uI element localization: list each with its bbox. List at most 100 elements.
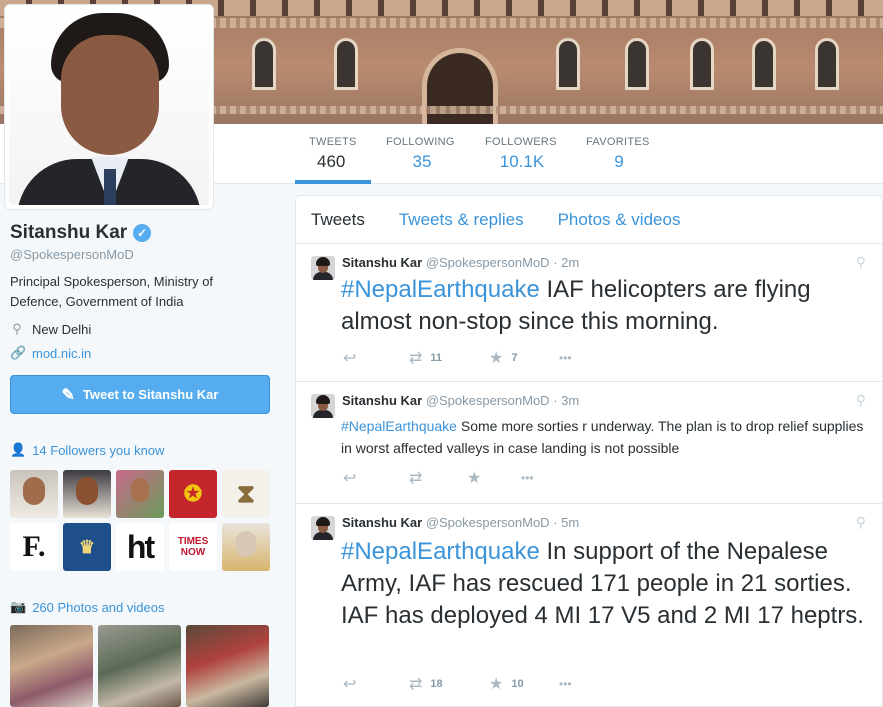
banner-window xyxy=(625,38,649,90)
tweet-item[interactable]: Sitanshu Kar @SpokespersonMoD · 3m ⚲ #Ne… xyxy=(296,382,882,504)
tweet-author-name[interactable]: Sitanshu Kar xyxy=(342,255,422,270)
verified-badge-icon[interactable]: ✓ xyxy=(133,224,152,242)
profile-name[interactable]: Sitanshu Kar xyxy=(10,222,127,244)
followers-you-know-label: 14 Followers you know xyxy=(32,442,165,458)
tweet-timestamp[interactable]: · 2m xyxy=(553,255,579,270)
tweet-hashtag[interactable]: #NepalEarthquake xyxy=(341,538,540,565)
reply-icon: ↩ xyxy=(343,676,357,693)
favorite-button[interactable]: ★ xyxy=(467,468,521,488)
tweet-timestamp[interactable]: · 3m xyxy=(553,393,579,408)
more-button[interactable]: ••• xyxy=(559,677,625,691)
tweet-avatar[interactable] xyxy=(311,256,335,280)
tweet-hashtag[interactable]: #NepalEarthquake xyxy=(341,418,457,434)
location-pin-icon[interactable]: ⚲ xyxy=(856,514,866,531)
more-button[interactable]: ••• xyxy=(559,351,625,365)
profile-handle[interactable]: @SpokespersonMoD xyxy=(10,247,134,262)
follower-avatar[interactable] xyxy=(63,470,111,518)
profile-name-row: Sitanshu Kar ✓ xyxy=(10,222,152,244)
tweet-timestamp[interactable]: · 5m xyxy=(553,515,579,530)
profile-location: ⚲ New Delhi xyxy=(10,321,91,337)
retweet-count: 18 xyxy=(430,678,443,690)
stat-favorites[interactable]: FAVORITES 9 xyxy=(586,124,652,184)
tweet-author-name[interactable]: Sitanshu Kar xyxy=(342,393,422,408)
timeline: Tweets Tweets & replies Photos & videos … xyxy=(295,195,883,707)
tab-tweets-and-replies[interactable]: Tweets & replies xyxy=(399,210,524,230)
more-icon: ••• xyxy=(521,471,534,485)
location-pin-icon[interactable]: ⚲ xyxy=(856,392,866,409)
timeline-tabs: Tweets Tweets & replies Photos & videos xyxy=(296,196,882,244)
location-pin-icon[interactable]: ⚲ xyxy=(856,254,866,271)
retweet-button[interactable]: ⇄ 18 xyxy=(409,674,489,694)
stat-following[interactable]: FOLLOWING 35 xyxy=(386,124,458,184)
tweet-hashtag[interactable]: #NepalEarthquake xyxy=(341,276,540,303)
stat-followers[interactable]: FOLLOWERS 10.1K xyxy=(485,124,559,184)
person-icon: 👤 xyxy=(10,442,27,457)
tweet-avatar[interactable] xyxy=(311,394,335,418)
star-icon: ★ xyxy=(489,350,504,367)
photo-thumbnail[interactable] xyxy=(98,625,181,707)
follower-avatar[interactable] xyxy=(116,470,164,518)
photo-thumbnail[interactable] xyxy=(10,625,93,707)
tweet-author-handle[interactable]: @SpokespersonMoD xyxy=(426,515,550,530)
retweet-button[interactable]: ⇄ xyxy=(409,468,467,488)
tweet-actions: ↩ ⇄ 18 ★ 10 ••• xyxy=(343,674,625,694)
photos-videos-link[interactable]: 📷 260 Photos and videos xyxy=(10,599,164,615)
stat-value: 460 xyxy=(317,152,346,171)
follower-avatar-hourglass[interactable]: ⧗ xyxy=(222,470,270,518)
reply-button[interactable]: ↩ xyxy=(343,468,409,488)
follower-avatar[interactable] xyxy=(10,470,58,518)
photo-thumbnail[interactable] xyxy=(186,625,269,707)
reply-icon: ↩ xyxy=(343,470,357,487)
location-pin-icon: ⚲ xyxy=(12,321,22,336)
tweet-actions: ↩ ⇄ 11 ★ 7 ••• xyxy=(343,348,625,368)
tweet-item[interactable]: Sitanshu Kar @SpokespersonMoD · 2m ⚲ #Ne… xyxy=(296,244,882,382)
profile-avatar[interactable] xyxy=(4,4,214,210)
stat-label: FAVORITES xyxy=(586,136,650,148)
compose-feather-icon: ✎ xyxy=(61,386,75,404)
reply-button[interactable]: ↩ xyxy=(343,674,409,694)
tweet-header: Sitanshu Kar @SpokespersonMoD · 5m xyxy=(342,515,579,530)
retweet-icon: ⇄ xyxy=(409,470,423,487)
stat-tweets[interactable]: TWEETS 460 xyxy=(295,124,371,184)
star-icon: ★ xyxy=(489,676,504,693)
tweet-avatar[interactable] xyxy=(311,516,335,540)
tweet-to-button[interactable]: ✎ Tweet to Sitanshu Kar xyxy=(10,375,270,414)
follower-avatar-logo-timesnow[interactable]: TIMES NOW xyxy=(169,523,217,571)
reply-button[interactable]: ↩ xyxy=(343,348,409,368)
tweet-author-name[interactable]: Sitanshu Kar xyxy=(342,515,422,530)
tweet-item[interactable]: Sitanshu Kar @SpokespersonMoD · 5m ⚲ #Ne… xyxy=(296,504,882,706)
follower-avatar-logo-f[interactable]: F. xyxy=(10,523,58,571)
profile-website: 🔗 mod.nic.in xyxy=(10,345,91,361)
follower-avatar-logo-ht[interactable]: ht xyxy=(116,523,164,571)
follower-avatar[interactable] xyxy=(222,523,270,571)
favorite-button[interactable]: ★ 10 xyxy=(489,674,559,694)
tweet-author-handle[interactable]: @SpokespersonMoD xyxy=(426,255,550,270)
followers-you-know-grid: ✪ ⧗ F. ♛ ht TIMES NOW xyxy=(10,470,272,571)
more-icon: ••• xyxy=(559,677,572,691)
tab-photos-and-videos[interactable]: Photos & videos xyxy=(558,210,681,230)
banner-window xyxy=(334,38,358,90)
reply-icon: ↩ xyxy=(343,350,357,367)
stat-value: 35 xyxy=(412,152,432,171)
tweet-actions: ↩ ⇄ ★ ••• xyxy=(343,468,587,488)
retweet-button[interactable]: ⇄ 11 xyxy=(409,348,489,368)
follower-avatar-army-emblem[interactable]: ✪ xyxy=(169,470,217,518)
tab-tweets[interactable]: Tweets xyxy=(311,210,365,230)
banner-window xyxy=(252,38,276,90)
profile-bio: Principal Spokesperson, Ministry of Defe… xyxy=(10,274,214,309)
stat-value: 9 xyxy=(614,152,624,171)
tweet-author-handle[interactable]: @SpokespersonMoD xyxy=(426,393,550,408)
follower-avatar-emblem[interactable]: ♛ xyxy=(63,523,111,571)
website-link[interactable]: mod.nic.in xyxy=(32,346,91,361)
link-icon: 🔗 xyxy=(10,345,27,360)
more-button[interactable]: ••• xyxy=(521,471,587,485)
stat-value: 10.1K xyxy=(499,152,545,171)
photo-grid xyxy=(10,625,269,707)
tweet-text: #NepalEarthquake IAF helicopters are fly… xyxy=(341,274,871,338)
retweet-icon: ⇄ xyxy=(409,676,423,693)
banner-window xyxy=(752,38,776,90)
more-icon: ••• xyxy=(559,351,572,365)
favorite-button[interactable]: ★ 7 xyxy=(489,348,559,368)
tweet-header: Sitanshu Kar @SpokespersonMoD · 3m xyxy=(342,393,579,408)
followers-you-know-link[interactable]: 👤 14 Followers you know xyxy=(10,442,164,458)
